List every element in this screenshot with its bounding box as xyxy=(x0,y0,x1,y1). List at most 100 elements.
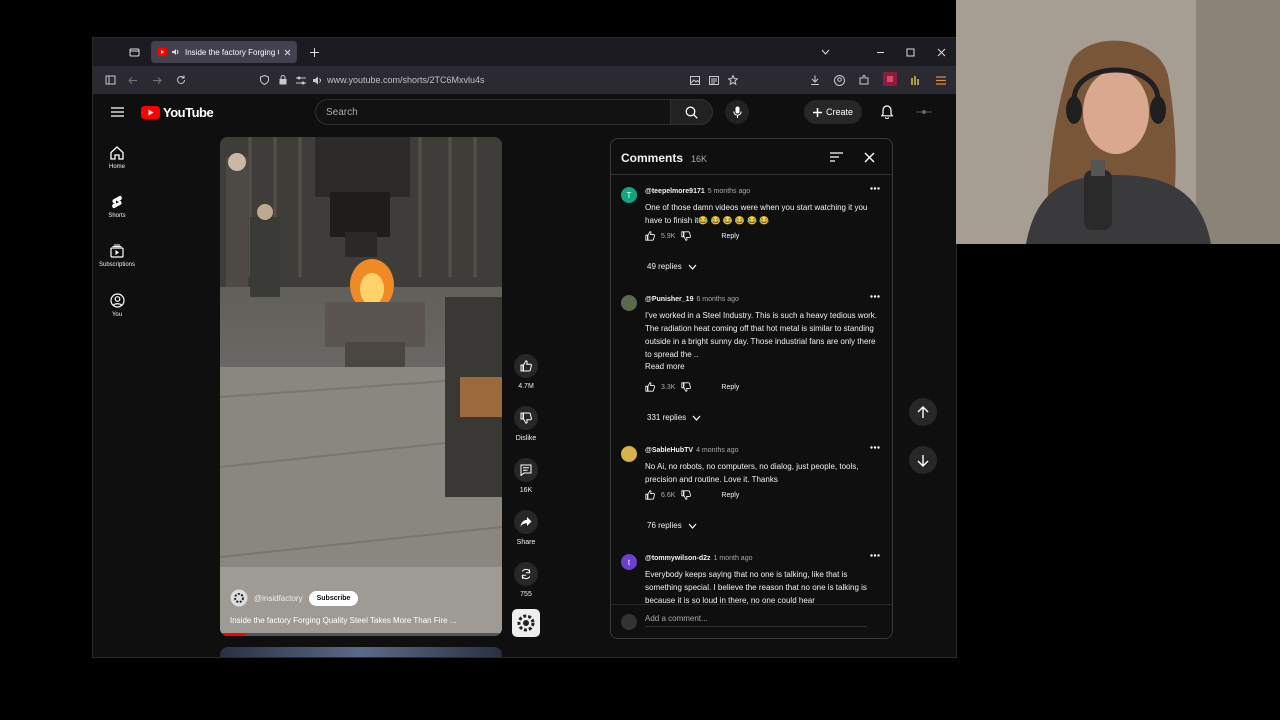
youtube-logo[interactable]: YouTube xyxy=(141,105,214,120)
app-menu-icon[interactable] xyxy=(934,73,948,87)
channel-avatar[interactable] xyxy=(230,589,248,607)
create-button[interactable]: Create xyxy=(804,100,862,124)
url-text[interactable]: www.youtube.com/shorts/2TC6Mxvlu4s xyxy=(327,75,485,85)
close-window-icon[interactable] xyxy=(934,45,948,59)
extension-badge-icon[interactable] xyxy=(883,72,897,86)
comment-time[interactable]: 5 months ago xyxy=(708,188,750,195)
minimize-icon[interactable] xyxy=(873,45,887,59)
comment-more-icon[interactable] xyxy=(870,187,880,190)
maximize-icon[interactable] xyxy=(903,45,917,59)
comments-panel: Comments 16K T @teepelmore9171 5 months a… xyxy=(610,138,893,639)
tab-overview-icon[interactable] xyxy=(127,45,141,59)
comment-time[interactable]: 1 month ago xyxy=(714,555,753,562)
add-comment-bar: Add a comment... xyxy=(611,604,892,638)
permissions-icon[interactable] xyxy=(294,73,308,87)
sidebar-item-home[interactable]: Home xyxy=(93,146,141,170)
sort-icon[interactable] xyxy=(828,150,844,164)
audio-tab-icon[interactable] xyxy=(310,73,324,87)
sidebar-toggle-icon[interactable] xyxy=(103,73,117,87)
comment-reply-button[interactable]: Reply xyxy=(721,384,739,391)
video-title[interactable]: Inside the factory Forging Quality Steel… xyxy=(230,616,456,625)
search-button[interactable] xyxy=(671,99,713,125)
comment-text: Everybody keeps saying that no one is ta… xyxy=(645,570,867,605)
microphone-icon xyxy=(732,106,742,118)
previous-video-button[interactable] xyxy=(909,398,937,426)
bookmark-star-icon[interactable] xyxy=(726,73,740,87)
comment-avatar[interactable] xyxy=(621,446,637,462)
sidebar-label-subscriptions: Subscriptions xyxy=(98,262,136,268)
hamburger-menu-icon[interactable] xyxy=(109,105,125,119)
lock-icon[interactable] xyxy=(276,73,290,87)
comment-header: @tommywilson-d2z 1 month ago xyxy=(645,555,752,562)
comment-time[interactable]: 6 months ago xyxy=(696,296,738,303)
comment-time[interactable]: 4 months ago xyxy=(696,447,738,454)
forward-icon[interactable] xyxy=(150,73,164,87)
comment-avatar[interactable]: T xyxy=(621,187,637,203)
comment-icon xyxy=(520,464,532,476)
arrow-down-icon xyxy=(917,454,929,467)
sound-thumbnail[interactable] xyxy=(512,609,540,637)
close-comments-icon[interactable] xyxy=(861,150,877,164)
comment-like-icon[interactable] xyxy=(645,231,655,241)
audio-playing-icon[interactable] xyxy=(172,48,180,56)
comment-dislike-icon[interactable] xyxy=(681,231,692,241)
like-button[interactable]: 4.7M xyxy=(511,354,541,390)
chevron-down-icon xyxy=(688,523,697,529)
comment-reply-button[interactable]: Reply xyxy=(721,492,739,499)
view-replies-button[interactable]: 76 replies xyxy=(647,521,697,530)
video-progress-bar[interactable] xyxy=(220,633,502,636)
comment-avatar[interactable] xyxy=(621,295,637,311)
remix-button[interactable]: 755 xyxy=(511,562,541,598)
read-more-button[interactable]: Read more xyxy=(645,362,685,371)
share-button[interactable]: Share xyxy=(511,510,541,546)
sidebar-item-subscriptions[interactable]: Subscriptions xyxy=(93,244,141,268)
reader-view-icon[interactable] xyxy=(707,73,721,87)
account-icon[interactable] xyxy=(832,73,846,87)
comment-like-icon[interactable] xyxy=(645,382,655,392)
comment-reply-button[interactable]: Reply xyxy=(721,233,739,240)
comment-actions: 6.6K Reply xyxy=(645,490,739,500)
comment-author[interactable]: @tommywilson-d2z xyxy=(645,555,711,562)
close-tab-icon[interactable] xyxy=(284,49,291,56)
downloads-icon[interactable] xyxy=(808,73,822,87)
comment-more-icon[interactable] xyxy=(870,554,880,557)
subscribe-button[interactable]: Subscribe xyxy=(308,590,359,606)
list-tabs-icon[interactable] xyxy=(818,45,832,59)
search-input[interactable]: Search xyxy=(315,99,671,125)
comment-author[interactable]: @SableHubTV xyxy=(645,447,693,454)
comment-more-icon[interactable] xyxy=(870,295,880,298)
comment-author[interactable]: @teepelmore9171 xyxy=(645,188,705,195)
account-avatar-icon[interactable] xyxy=(916,106,932,118)
new-tab-icon[interactable] xyxy=(307,45,321,59)
sidebar-label-you: You xyxy=(111,312,123,318)
you-icon xyxy=(109,293,125,308)
add-comment-input[interactable]: Add a comment... xyxy=(645,614,867,627)
channel-name[interactable]: @insidfactory xyxy=(254,594,303,603)
comment-avatar[interactable]: t xyxy=(621,554,637,570)
next-video-preview[interactable] xyxy=(220,647,502,657)
comment-dislike-icon[interactable] xyxy=(681,490,692,500)
active-tab[interactable]: Inside the factory Forging Q xyxy=(151,41,297,63)
comment-author[interactable]: @Punisher_19 xyxy=(645,296,693,303)
comment-more-icon[interactable] xyxy=(870,446,880,449)
view-replies-button[interactable]: 49 replies xyxy=(647,262,697,271)
dislike-button[interactable]: Dislike xyxy=(511,406,541,442)
comments-button[interactable]: 16K xyxy=(511,458,541,494)
comment-dislike-icon[interactable] xyxy=(681,382,692,392)
audio-meter-icon[interactable] xyxy=(908,73,922,87)
sidebar-item-shorts[interactable]: Shorts xyxy=(93,195,141,219)
shield-icon[interactable] xyxy=(257,73,271,87)
picture-icon[interactable] xyxy=(688,73,702,87)
back-icon[interactable] xyxy=(126,73,140,87)
comment-like-icon[interactable] xyxy=(645,490,655,500)
youtube-page: YouTube Search Create Home Shorts Subscr… xyxy=(93,94,956,657)
notifications-bell-icon[interactable] xyxy=(879,104,895,120)
extensions-icon[interactable] xyxy=(857,73,871,87)
sidebar-item-you[interactable]: You xyxy=(93,293,141,318)
shorts-icon xyxy=(112,195,122,209)
shorts-video-player[interactable]: @insidfactory Subscribe Inside the facto… xyxy=(220,137,502,636)
reload-icon[interactable] xyxy=(174,73,188,87)
next-video-button[interactable] xyxy=(909,446,937,474)
voice-search-button[interactable] xyxy=(725,100,749,124)
view-replies-button[interactable]: 331 replies xyxy=(647,413,701,422)
